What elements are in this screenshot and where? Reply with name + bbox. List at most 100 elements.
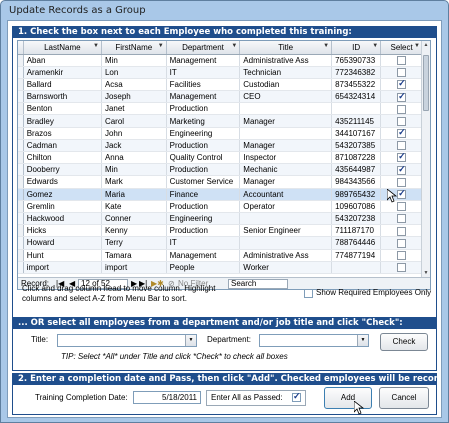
- table-cell-id[interactable]: 435211145: [331, 114, 382, 128]
- column-header-department[interactable]: Department ▼: [166, 41, 241, 55]
- show-required-checkbox[interactable]: [304, 289, 313, 298]
- table-row[interactable]: Gomez Maria Finance Accountant 989765432: [18, 188, 423, 201]
- table-cell-id[interactable]: 873455322: [331, 78, 382, 92]
- chevron-down-icon[interactable]: ▼: [231, 43, 237, 49]
- table-cell-last[interactable]: Edwards: [23, 175, 102, 189]
- table-cell-first[interactable]: Acsa: [101, 78, 167, 92]
- check-button[interactable]: Check: [380, 333, 428, 351]
- table-cell-first[interactable]: Maria: [101, 188, 167, 201]
- chevron-down-icon[interactable]: ▼: [93, 43, 99, 49]
- table-cell-last[interactable]: Gremlin: [23, 200, 102, 213]
- table-cell-last[interactable]: Cadman: [23, 139, 102, 153]
- select-checkbox[interactable]: [397, 202, 407, 212]
- cancel-button[interactable]: Cancel: [379, 387, 429, 409]
- table-cell-first[interactable]: Anna: [101, 151, 167, 165]
- table-cell-title[interactable]: [239, 127, 333, 140]
- select-checkbox[interactable]: [397, 250, 407, 260]
- table-cell-id[interactable]: 543207385: [331, 139, 382, 153]
- table-cell-last[interactable]: Bradley: [23, 114, 102, 128]
- table-cell-title[interactable]: Custodian: [239, 78, 333, 92]
- table-cell-dept[interactable]: People: [166, 261, 241, 274]
- table-cell-first[interactable]: Kenny: [101, 224, 167, 238]
- table-cell-last[interactable]: Hackwood: [23, 212, 102, 226]
- table-cell-last[interactable]: Aban: [23, 54, 102, 67]
- table-cell-last[interactable]: Howard: [23, 236, 102, 250]
- table-cell-dept[interactable]: Production: [166, 200, 241, 213]
- completion-date-field[interactable]: 5/18/2011: [133, 391, 201, 404]
- table-cell-first[interactable]: Carol: [101, 114, 167, 128]
- table-cell-first[interactable]: John: [101, 127, 167, 140]
- table-cell-first[interactable]: Tamara: [101, 249, 167, 262]
- table-cell-id[interactable]: 344107167: [331, 127, 382, 140]
- select-checkbox[interactable]: [397, 152, 407, 163]
- table-cell-id[interactable]: 871087228: [331, 151, 382, 165]
- chevron-down-icon[interactable]: ▼: [185, 335, 196, 346]
- table-cell-dept[interactable]: Engineering: [166, 212, 241, 226]
- table-cell-dept[interactable]: Management: [166, 90, 241, 104]
- table-cell-dept[interactable]: Production: [166, 163, 241, 177]
- table-cell-dept[interactable]: Marketing: [166, 114, 241, 128]
- table-row[interactable]: Chilton Anna Quality Control Inspector 87108…: [18, 151, 423, 165]
- table-row[interactable]: Barnsworth Joseph Management CEO 654324314: [18, 90, 423, 104]
- chevron-down-icon[interactable]: ▼: [414, 43, 420, 49]
- table-cell-first[interactable]: Min: [101, 54, 167, 67]
- table-cell-title[interactable]: Manager: [239, 175, 333, 189]
- scroll-up-icon[interactable]: ▲: [422, 41, 430, 50]
- column-header-id[interactable]: ID ▼: [331, 41, 382, 55]
- table-cell-title[interactable]: Senior Engineer: [239, 224, 333, 238]
- table-cell-title[interactable]: Mechanic: [239, 163, 333, 177]
- table-cell-dept[interactable]: Production: [166, 102, 241, 116]
- table-cell-id[interactable]: 772346382: [331, 66, 382, 79]
- title-combobox[interactable]: ▼: [57, 334, 197, 347]
- table-cell-last[interactable]: Gomez: [23, 188, 102, 201]
- table-cell-id[interactable]: 774877194: [331, 249, 382, 262]
- column-header-title[interactable]: Title ▼: [239, 41, 333, 55]
- select-checkbox[interactable]: [397, 188, 407, 200]
- table-cell-title[interactable]: Operator: [239, 200, 333, 213]
- table-cell-first[interactable]: Janet: [101, 102, 167, 116]
- select-checkbox[interactable]: [397, 127, 407, 139]
- table-cell-last[interactable]: Ballard: [23, 78, 102, 92]
- table-cell-id[interactable]: 788764446: [331, 236, 382, 250]
- table-cell-title[interactable]: Administrative Ass: [239, 249, 333, 262]
- table-cell-title[interactable]: Accountant: [239, 188, 333, 201]
- select-checkbox[interactable]: [397, 226, 407, 236]
- table-cell-title[interactable]: [239, 236, 333, 250]
- table-cell-first[interactable]: Joseph: [101, 90, 167, 104]
- table-cell-title[interactable]: CEO: [239, 90, 333, 104]
- table-cell-last[interactable]: Hunt: [23, 249, 102, 262]
- table-cell-id[interactable]: 435644987: [331, 163, 382, 177]
- table-cell-first[interactable]: import: [101, 261, 167, 274]
- scroll-thumb[interactable]: [423, 55, 429, 111]
- table-cell-dept[interactable]: Production: [166, 224, 241, 238]
- select-checkbox[interactable]: [397, 238, 407, 248]
- table-cell-title[interactable]: Manager: [239, 139, 333, 153]
- vertical-scrollbar[interactable]: ▲ ▼: [421, 41, 430, 278]
- table-row[interactable]: Cadman Jack Production Manager 543207385: [18, 139, 423, 153]
- table-cell-dept[interactable]: Facilities: [166, 78, 241, 92]
- chevron-down-icon[interactable]: ▼: [158, 43, 164, 49]
- table-cell-last[interactable]: Brazos: [23, 127, 102, 140]
- enter-all-passed-checkbox[interactable]: [292, 391, 301, 402]
- table-row[interactable]: Benton Janet Production: [18, 102, 423, 116]
- table-cell-last[interactable]: Dooberry: [23, 163, 102, 177]
- table-cell-id[interactable]: 765390733: [331, 54, 382, 67]
- table-cell-title[interactable]: [239, 212, 333, 226]
- column-header-lastname[interactable]: LastName ▼: [23, 41, 102, 55]
- table-cell-id[interactable]: 711187170: [331, 224, 382, 238]
- chevron-down-icon[interactable]: ▼: [357, 335, 368, 346]
- add-button[interactable]: Add: [324, 387, 372, 409]
- table-row[interactable]: import import People Worker: [18, 261, 423, 274]
- department-combobox[interactable]: ▼: [259, 334, 369, 347]
- table-row[interactable]: Dooberry Min Production Mechanic 435644987: [18, 163, 423, 177]
- select-checkbox[interactable]: [397, 141, 407, 151]
- table-row[interactable]: Hackwood Conner Engineering 543207238: [18, 212, 423, 226]
- table-row[interactable]: Hicks Kenny Production Senior Engineer 71118…: [18, 224, 423, 238]
- table-row[interactable]: Aramenkir Lon IT Technician 772346382: [18, 66, 423, 79]
- table-cell-last[interactable]: import: [23, 261, 102, 274]
- table-cell-title[interactable]: Technician: [239, 66, 333, 79]
- table-cell-first[interactable]: Min: [101, 163, 167, 177]
- chevron-down-icon[interactable]: ▼: [323, 43, 329, 49]
- select-checkbox[interactable]: [397, 164, 407, 175]
- table-cell-id[interactable]: [331, 261, 382, 274]
